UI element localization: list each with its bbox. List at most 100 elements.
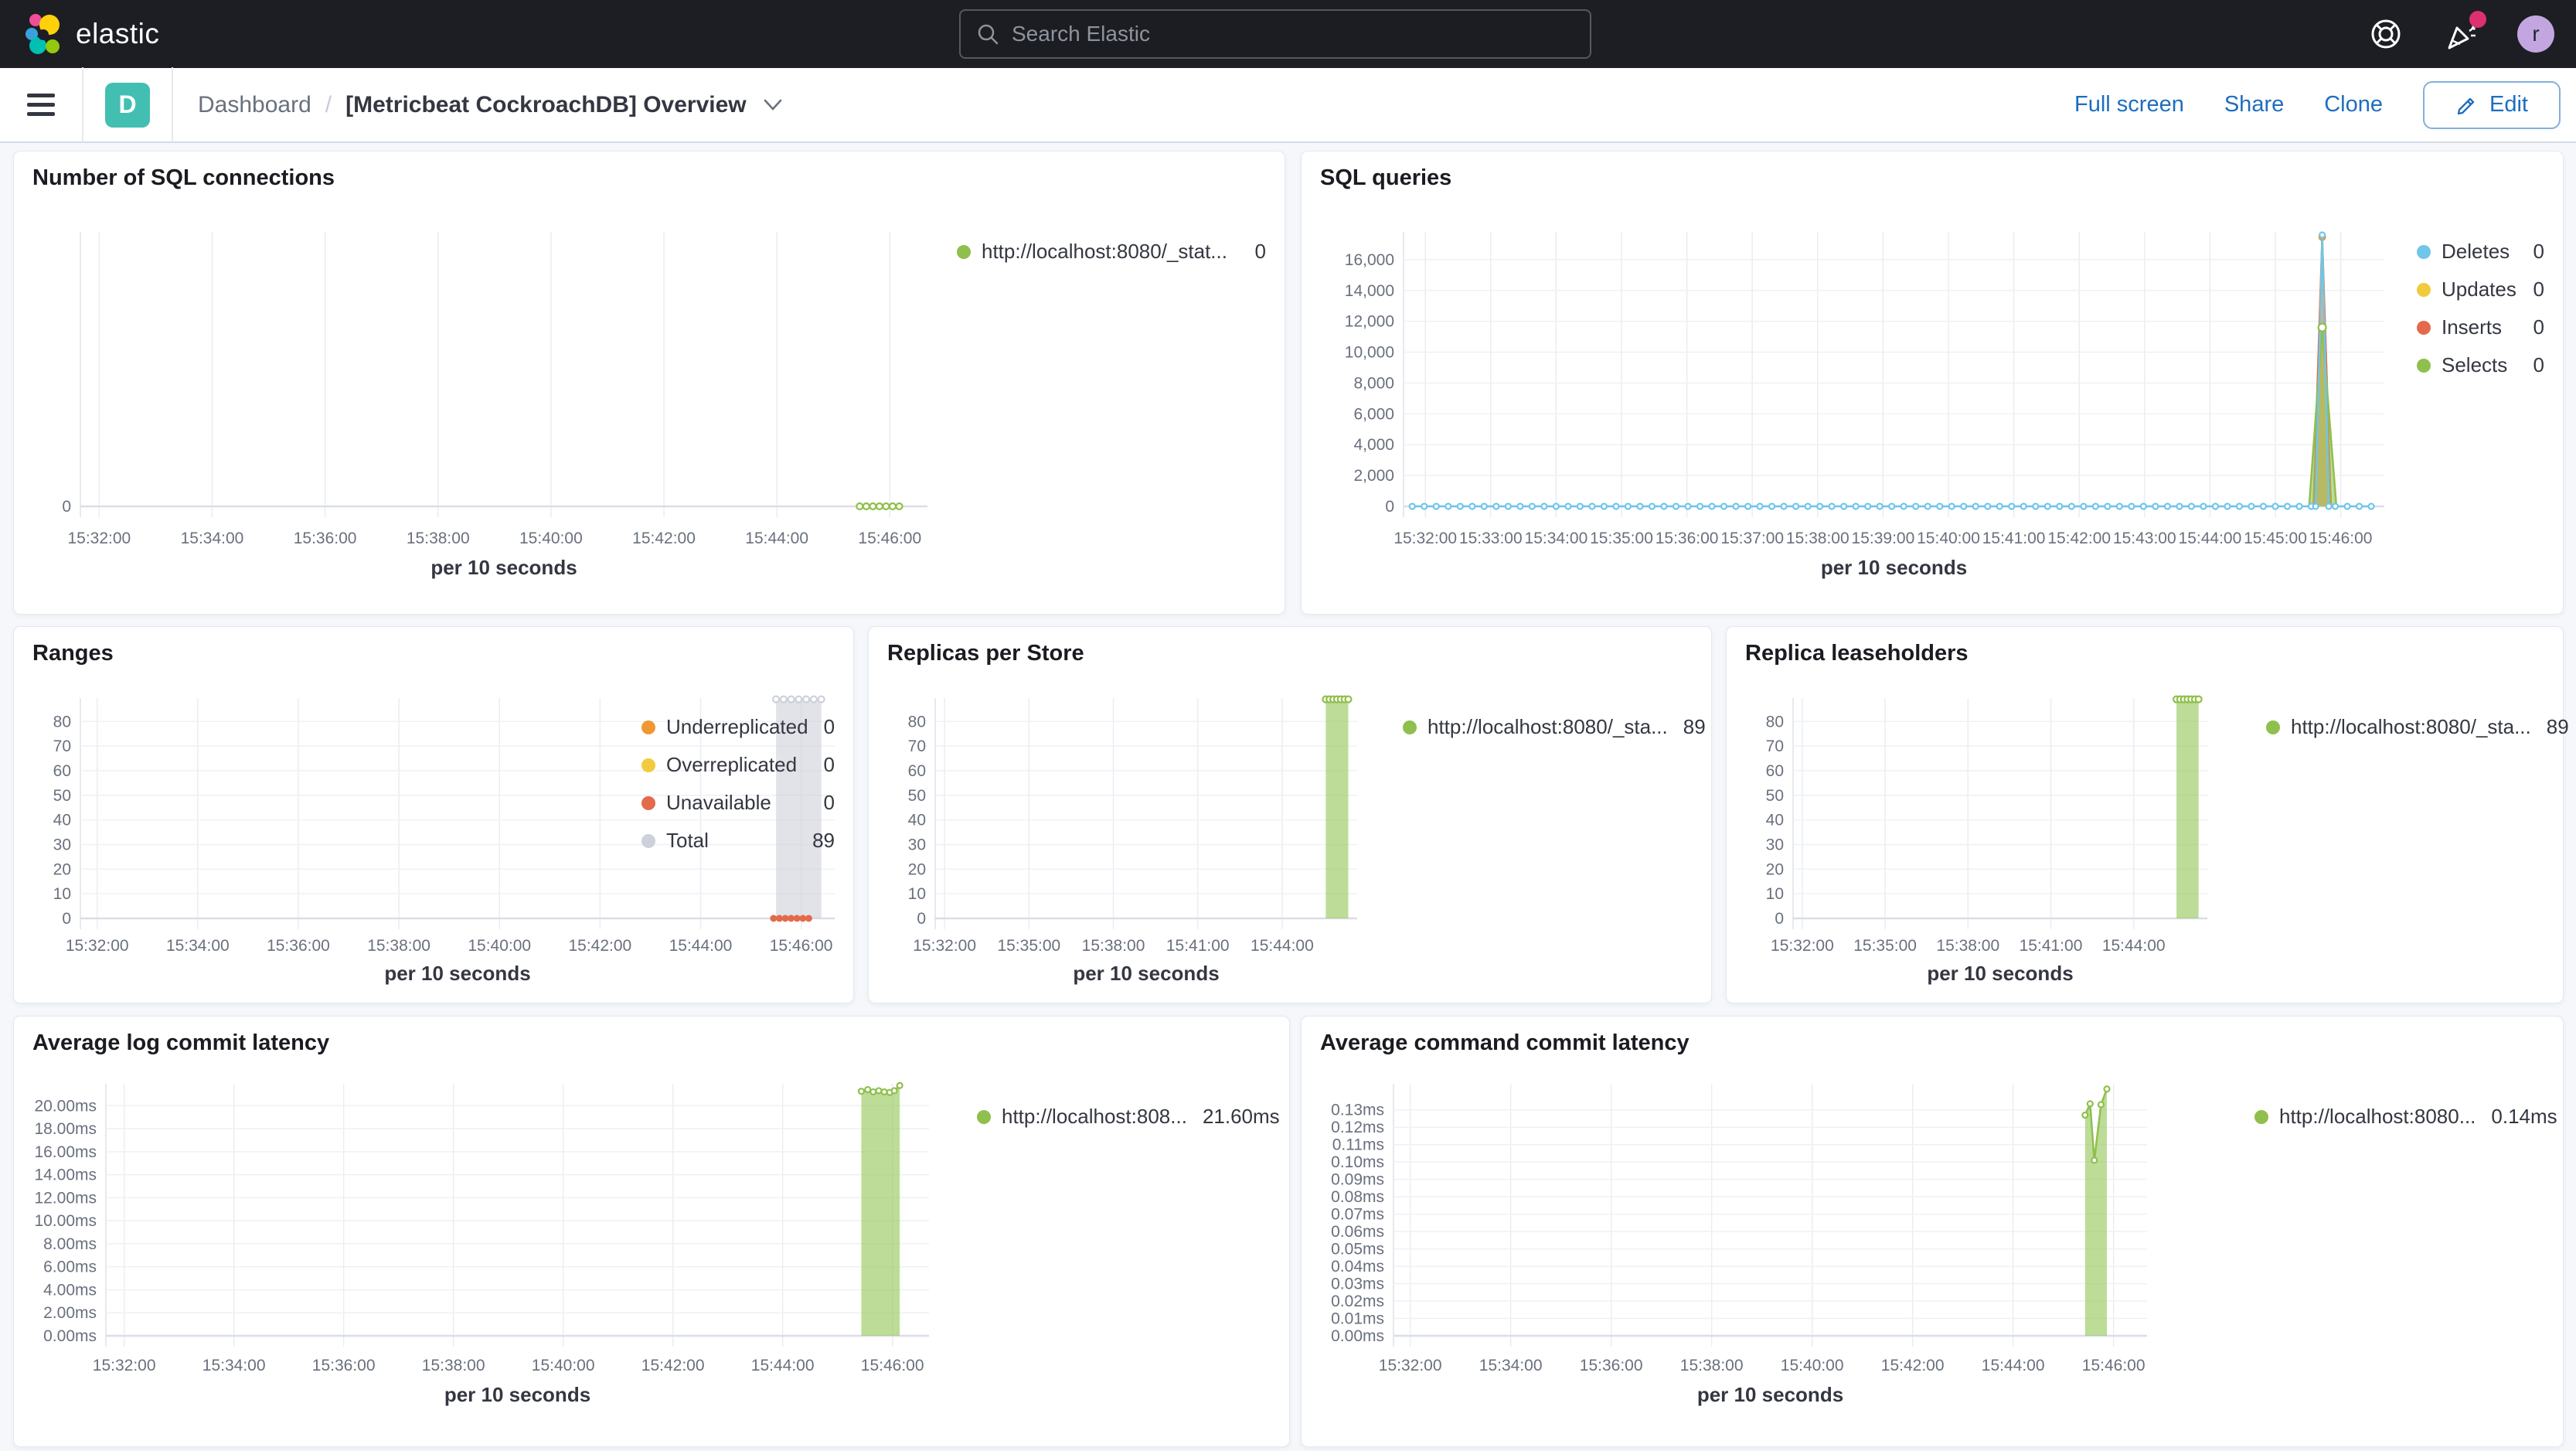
help-button[interactable] — [2366, 14, 2406, 54]
svg-text:15:32:00: 15:32:00 — [67, 530, 131, 547]
svg-text:15:34:00: 15:34:00 — [181, 530, 244, 547]
dashboard-badge[interactable]: D — [105, 82, 150, 128]
legend-value: 0 — [823, 715, 835, 738]
svg-text:15:38:00: 15:38:00 — [1936, 937, 1999, 955]
legend-dot-icon — [2266, 720, 2280, 734]
menu-button[interactable] — [0, 67, 83, 142]
panel-title: Number of SQL connections — [32, 165, 335, 190]
svg-text:15:46:00: 15:46:00 — [2309, 530, 2373, 547]
svg-text:15:32:00: 15:32:00 — [1393, 530, 1457, 547]
top-header: elastic Search Elastic r — [0, 0, 2576, 68]
svg-text:0.07ms: 0.07ms — [1331, 1206, 1384, 1224]
svg-text:15:32:00: 15:32:00 — [1379, 1357, 1442, 1374]
legend-label: Unavailable — [666, 791, 771, 814]
newsfeed-button[interactable] — [2442, 11, 2486, 54]
svg-text:15:32:00: 15:32:00 — [913, 937, 976, 955]
svg-text:0: 0 — [62, 498, 71, 516]
legend-dot-icon — [641, 833, 655, 848]
svg-text:10: 10 — [53, 885, 71, 903]
svg-text:15:44:00: 15:44:00 — [2102, 937, 2166, 955]
svg-text:0.00ms: 0.00ms — [1331, 1327, 1384, 1345]
legend-item[interactable]: Total 89 — [641, 829, 835, 853]
svg-text:15:46:00: 15:46:00 — [861, 1357, 924, 1374]
chart-sql-queries[interactable]: 15:32:00 15:33:00 15:34:00 15:35:00 15:36:00… — [1320, 197, 2398, 601]
svg-text:15:35:00: 15:35:00 — [997, 937, 1060, 955]
svg-text:60: 60 — [1766, 762, 1784, 780]
legend-label: Underreplicated — [666, 715, 808, 738]
fullscreen-link[interactable]: Full screen — [2074, 92, 2184, 118]
svg-text:15:39:00: 15:39:00 — [1852, 530, 1915, 547]
svg-text:15:40:00: 15:40:00 — [1917, 530, 1980, 547]
svg-text:15:36:00: 15:36:00 — [267, 937, 330, 955]
legend: Deletes 0 Updates 0 Inserts 0 Selects 0 — [2417, 240, 2544, 391]
legend-dot-icon — [2417, 320, 2431, 335]
legend-item[interactable]: http://localhost:8080/_sta... 89 — [1403, 715, 1706, 739]
chart-sql-connections[interactable]: 15:32:00 15:34:00 15:36:00 15:38:00 15:40:00… — [32, 197, 937, 601]
legend: http://localhost:808... 21.60ms — [977, 1105, 1280, 1143]
svg-text:15:43:00: 15:43:00 — [2113, 530, 2176, 547]
page-title[interactable]: [Metricbeat CockroachDB] Overview — [345, 92, 747, 118]
svg-text:15:36:00: 15:36:00 — [294, 530, 357, 547]
legend-dot-icon — [2417, 358, 2431, 373]
chart-avg-log-commit-latency[interactable]: 15:32:00 15:34:00 15:36:00 15:38:00 15:40:00… — [32, 1062, 941, 1433]
panel-replica-leaseholders: Replica leaseholders 15:32:00 15:35:00 15:3… — [1726, 626, 2569, 1003]
breadcrumb-dashboard[interactable]: Dashboard — [198, 92, 311, 118]
chart-replica-leaseholders[interactable]: 15:32:00 15:35:00 15:38:00 15:41:00 15:44:00… — [1745, 673, 2217, 989]
svg-text:15:41:00: 15:41:00 — [1982, 530, 2046, 547]
search-input[interactable]: Search Elastic — [959, 9, 1591, 59]
panel-title: Ranges — [32, 641, 114, 666]
legend-item[interactable]: Unavailable 0 — [641, 791, 835, 815]
svg-text:0.03ms: 0.03ms — [1331, 1276, 1384, 1293]
svg-text:0.02ms: 0.02ms — [1331, 1293, 1384, 1310]
svg-text:15:38:00: 15:38:00 — [1786, 530, 1849, 547]
legend-value: 89 — [2546, 715, 2569, 738]
svg-text:0.12ms: 0.12ms — [1331, 1119, 1384, 1136]
elastic-logo-icon — [26, 14, 60, 54]
svg-text:per 10 seconds: per 10 seconds — [1821, 556, 1967, 579]
hamburger-icon — [27, 93, 55, 116]
svg-text:50: 50 — [908, 787, 926, 805]
legend: http://localhost:8080... 0.14ms — [2254, 1105, 2557, 1143]
legend-value: 89 — [1683, 715, 1706, 738]
clone-link[interactable]: Clone — [2324, 92, 2383, 118]
legend-item[interactable]: http://localhost:8080/_sta... 89 — [2266, 715, 2569, 739]
svg-text:0.04ms: 0.04ms — [1331, 1258, 1384, 1276]
svg-text:0: 0 — [1385, 498, 1394, 516]
legend-dot-icon — [1403, 720, 1417, 734]
user-avatar[interactable]: r — [2517, 15, 2554, 53]
legend-item[interactable]: Updates 0 — [2417, 278, 2544, 301]
legend-label: http://localhost:808... — [1002, 1105, 1187, 1128]
legend-item[interactable]: http://localhost:808... 21.60ms — [977, 1105, 1280, 1129]
legend-item[interactable]: Deletes 0 — [2417, 240, 2544, 264]
panel-sql-queries: SQL queries 15:32:00 15:33:00 15:34:00 15:35… — [1301, 151, 2564, 615]
svg-text:18.00ms: 18.00ms — [34, 1120, 97, 1138]
panel-avg-command-commit-latency: Average command commit latency 15:32:00 15… — [1301, 1016, 2564, 1447]
legend-item[interactable]: Underreplicated 0 — [641, 715, 835, 739]
svg-text:15:42:00: 15:42:00 — [2047, 530, 2111, 547]
svg-text:15:40:00: 15:40:00 — [468, 937, 531, 955]
chart-replicas-per-store[interactable]: 15:32:00 15:35:00 15:38:00 15:41:00 15:44:00… — [887, 673, 1366, 989]
svg-text:15:35:00: 15:35:00 — [1853, 937, 1917, 955]
legend-item[interactable]: http://localhost:8080... 0.14ms — [2254, 1105, 2557, 1129]
panel-body: 15:32:00 15:34:00 15:36:00 15:38:00 15:40:00… — [32, 197, 1266, 601]
legend-item[interactable]: Overreplicated 0 — [641, 753, 835, 777]
logo-text: elastic — [76, 18, 160, 49]
svg-text:14.00ms: 14.00ms — [34, 1167, 97, 1184]
svg-text:15:38:00: 15:38:00 — [1680, 1357, 1744, 1374]
legend-value: 0 — [823, 791, 835, 814]
legend-value: 0 — [823, 753, 835, 776]
legend-item[interactable]: Inserts 0 — [2417, 315, 2544, 339]
edit-button[interactable]: Edit — [2423, 80, 2561, 129]
legend-dot-icon — [641, 758, 655, 772]
panel-title: Average log commit latency — [32, 1030, 330, 1055]
svg-text:15:32:00: 15:32:00 — [93, 1357, 156, 1374]
chart-avg-command-commit-latency[interactable]: 15:32:00 15:34:00 15:36:00 15:38:00 15:40:00… — [1320, 1062, 2159, 1433]
svg-text:10: 10 — [1766, 885, 1784, 903]
legend-label: Inserts — [2442, 315, 2503, 339]
legend-dot-icon — [641, 720, 655, 734]
chevron-down-icon[interactable] — [761, 97, 785, 114]
elastic-logo-group[interactable]: elastic — [23, 12, 159, 56]
legend-item[interactable]: http://localhost:8080/_stat... 0 — [957, 240, 1266, 264]
share-link[interactable]: Share — [2224, 92, 2284, 118]
legend-item[interactable]: Selects 0 — [2417, 353, 2544, 377]
